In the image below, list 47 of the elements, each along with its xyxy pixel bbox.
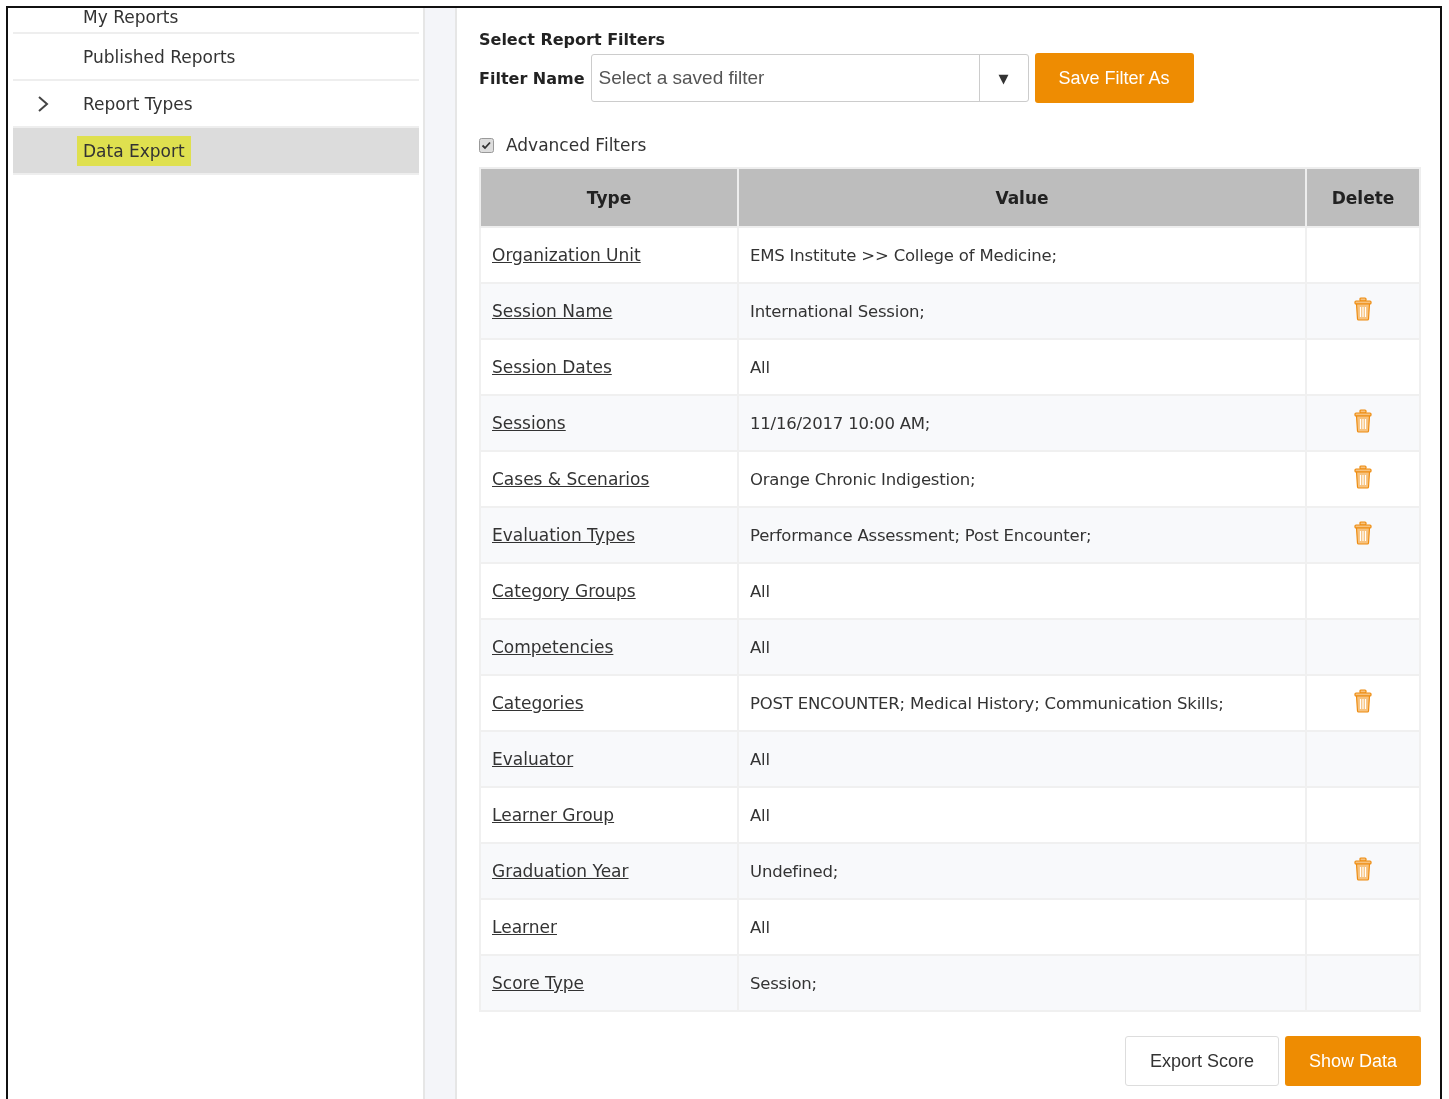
filter-value: All xyxy=(750,917,770,937)
filter-type-link[interactable]: Learner Group xyxy=(492,805,615,825)
filter-name-label: Filter Name xyxy=(479,68,585,88)
filter-type-link[interactable]: Graduation Year xyxy=(492,861,629,881)
chevron-icon[interactable] xyxy=(37,94,49,113)
filter-value: POST ENCOUNTER; Medical History; Communication Skills; xyxy=(750,693,1224,713)
filter-value: All xyxy=(750,637,770,657)
filter-value: Performance Assessment; Post Encounter; xyxy=(750,525,1092,545)
trash-icon[interactable] xyxy=(1354,689,1372,713)
filter-type-link[interactable]: Categories xyxy=(492,693,584,713)
filter-type-link[interactable]: Evaluator xyxy=(492,749,574,769)
advanced-filters-checkbox[interactable] xyxy=(479,137,494,153)
column-header: Type xyxy=(480,168,738,227)
trash-icon[interactable] xyxy=(1354,857,1372,881)
trash-icon[interactable] xyxy=(1354,465,1372,489)
filter-type-link[interactable]: Score Type xyxy=(492,973,585,993)
column-header: Value xyxy=(738,168,1306,227)
sidebar-item[interactable]: My Reports xyxy=(77,8,185,32)
filter-value: Orange Chronic Indigestion; xyxy=(750,469,976,489)
filter-value: International Session; xyxy=(750,301,925,321)
filter-type-link[interactable]: Session Dates xyxy=(492,357,612,377)
filter-value: All xyxy=(750,581,770,601)
trash-icon[interactable] xyxy=(1354,521,1372,545)
section-title: Select Report Filters xyxy=(479,30,666,49)
filter-value: All xyxy=(750,805,770,825)
filter-type-link[interactable]: Category Groups xyxy=(492,581,636,601)
filter-value: Session; xyxy=(750,973,817,993)
filter-type-link[interactable]: Learner xyxy=(492,917,557,937)
advanced-filters-label: Advanced Filters xyxy=(506,135,647,155)
filter-type-link[interactable]: Sessions xyxy=(492,413,566,433)
filter-type-link[interactable]: Evaluation Types xyxy=(492,525,635,545)
sidebar-item[interactable]: Data Export xyxy=(77,135,191,166)
trash-icon[interactable] xyxy=(1354,297,1372,321)
filter-value: All xyxy=(750,357,770,377)
sidebar-item[interactable]: Report Types xyxy=(77,88,199,119)
filter-type-link[interactable]: Session Name xyxy=(492,301,613,321)
sidebar-item[interactable]: Published Reports xyxy=(77,41,242,72)
filter-value: Undefined; xyxy=(750,861,839,881)
filter-value: 11/16/2017 10:00 AM; xyxy=(750,413,931,433)
column-header: Delete xyxy=(1306,168,1420,227)
filter-type-link[interactable]: Competencies xyxy=(492,637,614,657)
trash-icon[interactable] xyxy=(1354,409,1372,433)
saved-filter-select[interactable]: Select a saved filter ▼ xyxy=(590,54,1029,102)
export-score-button[interactable]: Export Score xyxy=(1124,1036,1279,1086)
filter-value: EMS Institute >> College of Medicine; xyxy=(750,245,1057,265)
dropdown-caret[interactable]: ▼ xyxy=(978,55,1028,101)
filter-value: All xyxy=(750,749,770,769)
